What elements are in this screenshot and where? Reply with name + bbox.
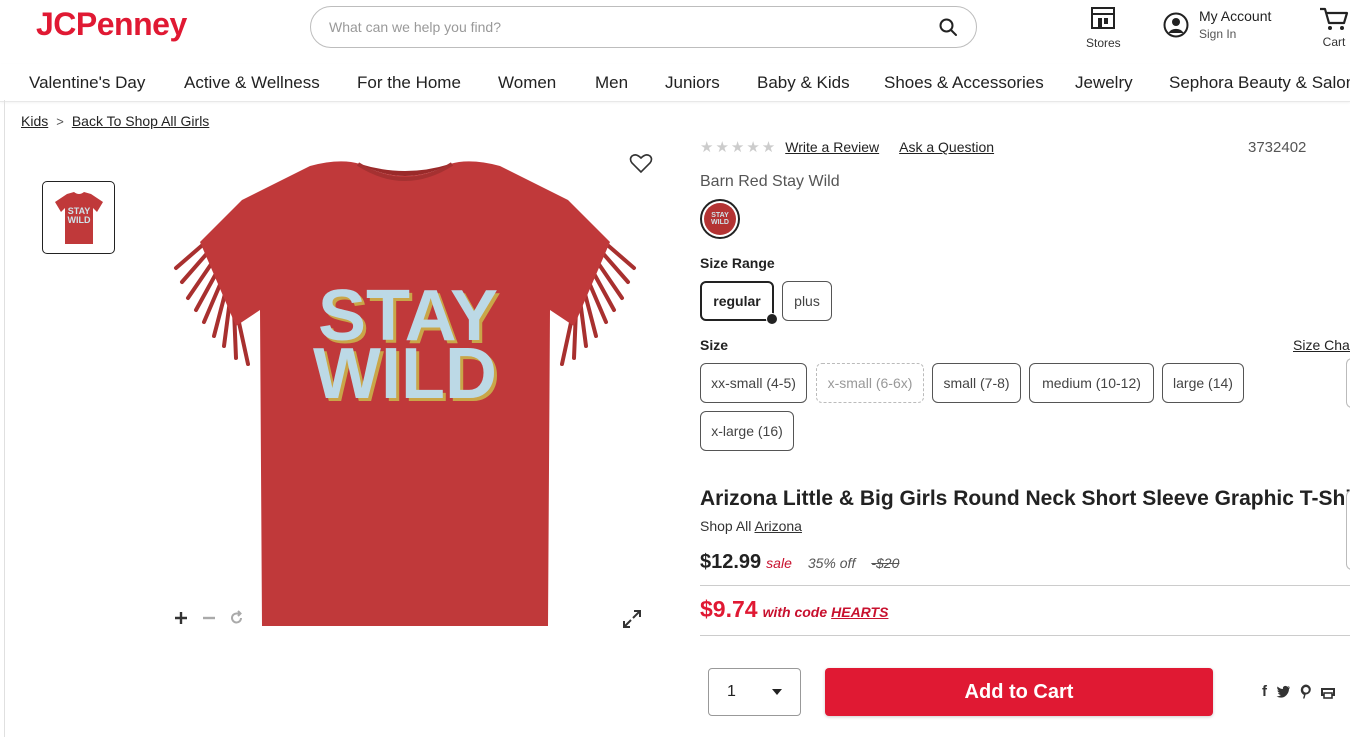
size-x-large-label: x-large (16): [711, 423, 783, 439]
zoom-in-icon[interactable]: [173, 610, 189, 626]
nav-jewelry[interactable]: Jewelry: [1075, 73, 1133, 93]
coupon-price: $9.74: [700, 596, 758, 622]
product-title: Arizona Little & Big Girls Round Neck Sh…: [700, 487, 1350, 510]
my-account[interactable]: My Account Sign In: [1163, 8, 1271, 41]
brand-link[interactable]: Arizona: [755, 518, 802, 534]
color-swatch-barn-red[interactable]: STAY WILD: [700, 199, 740, 239]
nav-shoes-accessories[interactable]: Shoes & Accessories: [884, 73, 1044, 93]
graphic-line2: WILD: [313, 334, 497, 414]
nav-active-wellness[interactable]: Active & Wellness: [184, 73, 320, 93]
page-divider: [4, 100, 5, 737]
facebook-icon[interactable]: f: [1262, 683, 1267, 700]
stores-link[interactable]: Stores: [1086, 6, 1121, 50]
size-x-large[interactable]: x-large (16): [700, 411, 794, 451]
divider: [700, 585, 1350, 586]
coupon-with-code: with code: [762, 604, 828, 620]
size-range-plus-label: plus: [794, 293, 820, 309]
quantity-value: 1: [727, 683, 736, 700]
nav-women[interactable]: Women: [498, 73, 556, 93]
original-price: -$20: [871, 555, 900, 571]
size-range-plus[interactable]: plus: [782, 281, 832, 321]
user-icon: [1163, 12, 1189, 37]
coupon-row: $9.74 with code HEARTS: [700, 596, 888, 623]
size-range-regular-label: regular: [713, 293, 761, 309]
share-icons: f: [1262, 683, 1335, 700]
shop-all-prefix: Shop All: [700, 518, 752, 534]
main-nav: Valentine's Day Active & Wellness For th…: [0, 64, 1350, 102]
size-xx-small-label: xx-small (4-5): [711, 375, 796, 391]
size-xx-small[interactable]: xx-small (4-5): [700, 363, 807, 403]
cart-link[interactable]: Cart: [1318, 6, 1350, 49]
pinterest-icon[interactable]: [1300, 684, 1312, 699]
search-icon[interactable]: [938, 17, 958, 37]
rating-stars: ★★★★★: [700, 139, 778, 156]
size-range-regular[interactable]: regular: [700, 281, 778, 325]
size-medium-label: medium (10-12): [1042, 375, 1141, 391]
size-range-label: Size Range: [700, 255, 775, 271]
swatch-graphic: STAY WILD: [704, 203, 736, 235]
stores-label: Stores: [1086, 36, 1121, 50]
side-panel-edge: [1346, 358, 1350, 408]
search-input[interactable]: [329, 19, 938, 35]
breadcrumb: Kids > Back To Shop All Girls: [21, 113, 209, 129]
product-main-image[interactable]: STAY STAY WILD WILD: [170, 150, 640, 630]
reset-zoom-icon[interactable]: [229, 610, 245, 626]
zoom-out-icon[interactable]: [201, 610, 217, 626]
breadcrumb-kids[interactable]: Kids: [21, 113, 48, 129]
shop-all-brand: Shop All Arizona: [700, 518, 802, 534]
write-review-link[interactable]: Write a Review: [785, 139, 879, 155]
size-chart-link[interactable]: Size Chart: [1293, 337, 1350, 353]
breadcrumb-separator: >: [56, 113, 64, 129]
ask-question-link[interactable]: Ask a Question: [899, 139, 994, 155]
product-sku: 3732402: [1248, 139, 1307, 156]
sale-price: $12.99: [700, 551, 762, 573]
selected-check-icon: [766, 313, 778, 325]
size-small[interactable]: small (7-8): [932, 363, 1021, 403]
quantity-select[interactable]: 1: [708, 668, 801, 716]
side-panel-edge-2: [1346, 490, 1350, 570]
size-x-small[interactable]: x-small (6-6x): [816, 363, 924, 403]
coupon-code-link[interactable]: HEARTS: [831, 604, 888, 620]
size-small-label: small (7-8): [943, 375, 1010, 391]
zoom-controls: [173, 610, 245, 626]
nav-baby-kids[interactable]: Baby & Kids: [757, 73, 850, 93]
size-x-small-label: x-small (6-6x): [827, 375, 913, 391]
breadcrumb-back-to-girls[interactable]: Back To Shop All Girls: [72, 113, 209, 129]
nav-valentines-day[interactable]: Valentine's Day: [29, 73, 145, 93]
cart-icon: [1320, 7, 1349, 30]
size-label: Size: [700, 337, 729, 353]
nav-for-the-home[interactable]: For the Home: [357, 73, 461, 93]
divider: [700, 635, 1350, 636]
product-thumbnail[interactable]: STAY WILD: [42, 181, 115, 254]
coupon-text: with code HEARTS: [763, 604, 889, 620]
size-medium[interactable]: medium (10-12): [1029, 363, 1154, 403]
percent-off: 35% off: [807, 555, 856, 571]
size-large[interactable]: large (14): [1162, 363, 1244, 403]
rating-row: ★★★★★ Write a Review Ask a Question: [700, 138, 1014, 156]
price-row: $12.99 sale 35% off -$20: [700, 551, 899, 574]
account-title: My Account: [1199, 8, 1272, 24]
thumbnail-image: STAY WILD: [54, 191, 103, 244]
add-to-cart-button[interactable]: Add to Cart: [825, 668, 1213, 716]
nav-juniors[interactable]: Juniors: [665, 73, 720, 93]
cart-label: Cart: [1322, 35, 1346, 49]
size-large-label: large (14): [1173, 375, 1233, 391]
print-icon[interactable]: [1321, 685, 1335, 699]
search-bar: [310, 6, 977, 48]
thumb-graphic-line2: WILD: [67, 215, 90, 225]
nav-men[interactable]: Men: [595, 73, 628, 93]
color-name: Barn Red Stay Wild: [700, 173, 840, 190]
store-icon: [1091, 7, 1116, 29]
chevron-down-icon: [772, 689, 782, 695]
twitter-icon[interactable]: [1276, 685, 1291, 698]
expand-icon[interactable]: [622, 609, 642, 629]
sign-in-link[interactable]: Sign In: [1199, 27, 1271, 41]
jcpenney-logo[interactable]: JCPenney: [36, 6, 187, 43]
nav-sephora-beauty-salon[interactable]: Sephora Beauty & Salon: [1169, 73, 1350, 93]
heart-icon[interactable]: [629, 152, 653, 174]
sale-label: sale: [766, 555, 792, 571]
